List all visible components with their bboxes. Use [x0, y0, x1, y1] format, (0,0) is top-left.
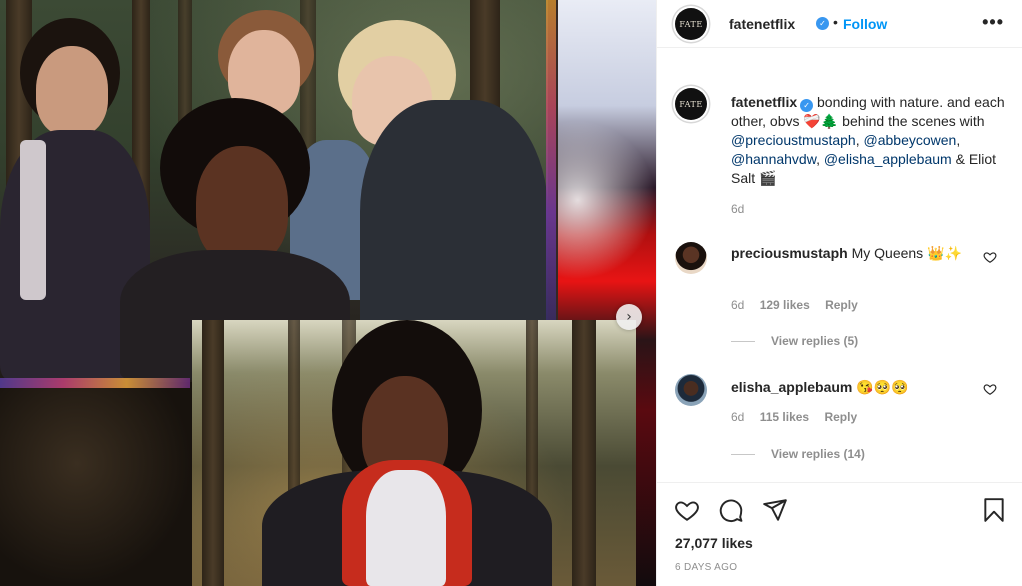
light-leak-streak [0, 378, 190, 388]
follow-button[interactable]: Follow [843, 16, 887, 32]
verified-badge-icon: ✓ [816, 17, 829, 30]
commenter-avatar[interactable] [675, 242, 707, 274]
photo-portrait-in-forest [192, 320, 636, 586]
caption-username[interactable]: fatenetflix [731, 94, 797, 110]
comment-body: preciousmustaph My Queens 👑✨ [731, 244, 979, 263]
paper-plane-icon[interactable] [762, 497, 788, 523]
comment-meta: 6d 129 likes Reply [731, 298, 870, 312]
post-header: FATE fatenetflix ✓ • Follow ••• [657, 0, 1022, 48]
mention-elisha-applebaum[interactable]: @elisha_applebaum [824, 151, 952, 167]
comment-time[interactable]: 6d [731, 410, 744, 424]
comment-text: 😘🥺🥺 [856, 379, 909, 395]
heart-outline-icon[interactable] [674, 497, 700, 523]
account-username[interactable]: fatenetflix [729, 16, 795, 32]
post-details-panel: FATE fatenetflix ✓ • Follow ••• FATE fat… [656, 0, 1022, 586]
next-slide-button[interactable]: › [616, 304, 642, 330]
reply-button[interactable]: Reply [825, 298, 858, 312]
reply-button[interactable]: Reply [824, 410, 857, 424]
caption-avatar[interactable]: FATE [675, 88, 707, 120]
comment-meta: 6d 115 likes Reply [731, 410, 869, 424]
comment-time[interactable]: 6d [731, 298, 744, 312]
commenter-username[interactable]: elisha_applebaum [731, 379, 852, 395]
collage-dark-scrap [0, 382, 192, 586]
account-avatar[interactable]: FATE [675, 8, 707, 40]
post-timestamp[interactable]: 6 DAYS AGO [675, 562, 737, 573]
comment-like-heart-icon[interactable] [983, 250, 997, 264]
comment-text: My Queens 👑✨ [851, 245, 962, 261]
post-likes-count[interactable]: 27,077 likes [675, 535, 753, 551]
post-action-bar: 27,077 likes 6 DAYS AGO [657, 482, 1022, 586]
mention-abbeycowen[interactable]: @abbeycowen [864, 132, 957, 148]
comment-likes[interactable]: 129 likes [760, 298, 810, 312]
post-media: › [0, 0, 656, 586]
caption-body-2: behind the scenes with [842, 113, 985, 129]
bookmark-icon[interactable] [981, 497, 1007, 523]
caption-timestamp[interactable]: 6d [731, 202, 744, 216]
comment-likes[interactable]: 115 likes [760, 410, 809, 424]
view-replies-button[interactable]: View replies (14) [731, 447, 865, 461]
separator-dot: • [833, 14, 838, 30]
comment-like-heart-icon[interactable] [983, 382, 997, 396]
speech-bubble-icon[interactable] [718, 497, 744, 523]
comment-body: elisha_applebaum 😘🥺🥺 [731, 378, 979, 397]
commenter-avatar[interactable] [675, 374, 707, 406]
light-leak-streak-vertical [546, 0, 556, 320]
caption-emoji: ❤️‍🩹🌲 [803, 113, 839, 129]
caption-text: fatenetflix ✓ bonding with nature. and ea… [731, 94, 1005, 186]
view-replies-button[interactable]: View replies (5) [731, 334, 858, 348]
more-options-icon[interactable]: ••• [982, 12, 1004, 33]
mention-precioustmustaph[interactable]: @precioustmustaph [731, 132, 856, 148]
commenter-username[interactable]: preciousmustaph [731, 245, 848, 261]
verified-badge-icon: ✓ [800, 99, 814, 112]
mention-hannahvdw[interactable]: @hannahvdw [731, 151, 816, 167]
